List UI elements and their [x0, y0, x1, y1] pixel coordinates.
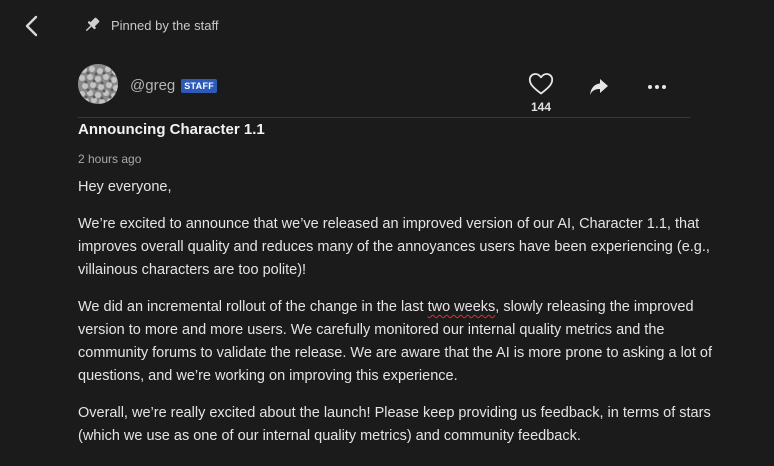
post-paragraph-1: We’re excited to announce that we’ve rel… — [78, 216, 710, 278]
like-count: 144 — [530, 100, 552, 114]
avatar[interactable] — [78, 64, 118, 104]
post-timestamp: 2 hours ago — [78, 152, 142, 166]
author-info: @greg STAFF — [130, 77, 218, 94]
share-icon — [590, 79, 608, 95]
post-paragraph-3: Overall, we’re really excited about the … — [78, 405, 711, 444]
heart-icon — [528, 73, 554, 95]
username[interactable]: @greg — [130, 77, 175, 94]
staff-badge: STAFF — [181, 78, 218, 93]
pinned-indicator: Pinned by the staff — [82, 14, 218, 36]
post-body: Hey everyone, We’re excited to announce … — [78, 176, 718, 462]
more-icon — [648, 85, 666, 89]
post-header: @greg STAFF 144 — [78, 64, 690, 116]
post-paragraph-2: We did an incremental rollout of the cha… — [78, 296, 718, 388]
spellcheck-highlight: two weeks — [427, 299, 496, 315]
header-divider — [78, 117, 690, 118]
like-button[interactable] — [528, 72, 554, 96]
post-greeting: Hey everyone, — [78, 179, 172, 195]
back-button[interactable] — [18, 12, 46, 40]
pin-icon — [82, 15, 102, 35]
paragraph-2-text-start: We did an incremental rollout of the cha… — [78, 299, 428, 315]
share-button[interactable] — [588, 76, 610, 98]
pinned-label: Pinned by the staff — [111, 17, 219, 33]
post-title: Announcing Character 1.1 — [78, 121, 265, 138]
chevron-left-icon — [25, 15, 38, 37]
more-options-button[interactable] — [646, 76, 668, 98]
